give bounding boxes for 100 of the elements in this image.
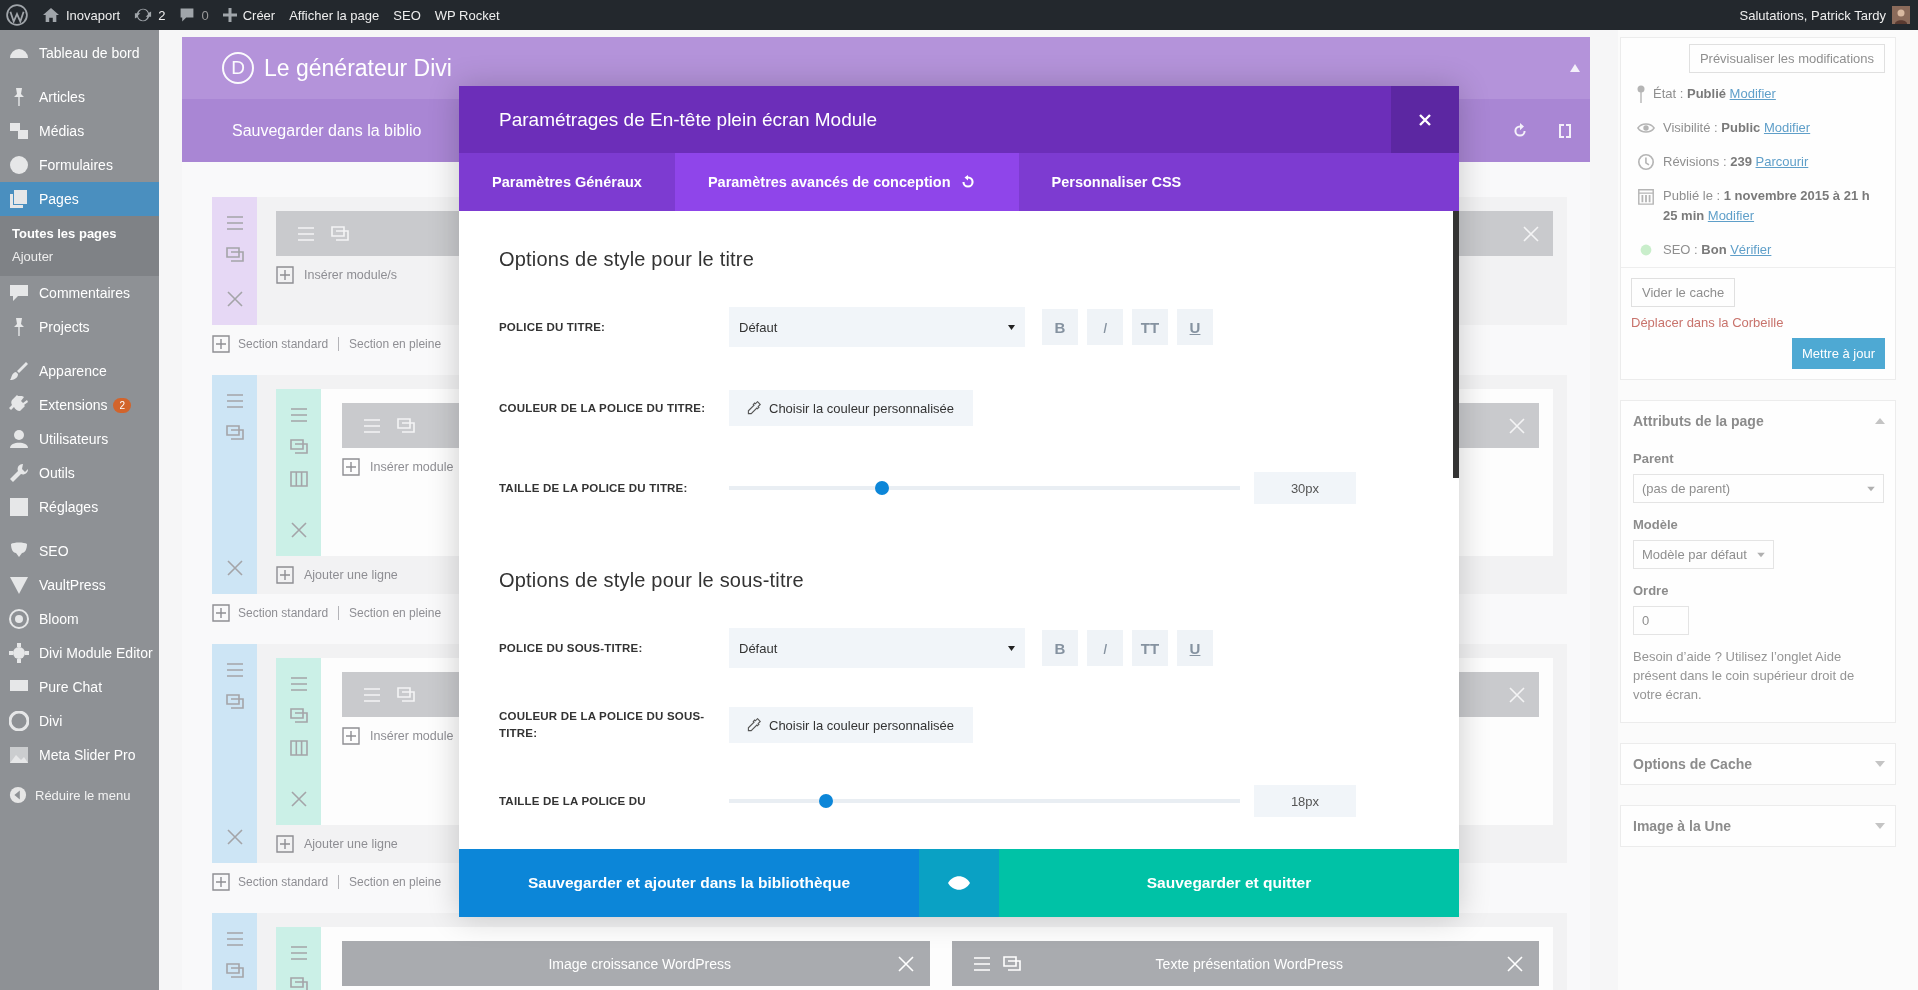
style-toggle[interactable]: U — [1177, 309, 1213, 345]
move-icon[interactable] — [224, 213, 245, 233]
duplicate-icon[interactable] — [224, 245, 245, 265]
duplicate-icon[interactable] — [288, 437, 309, 457]
style-toggle[interactable]: B — [1042, 309, 1078, 345]
insert-module-link[interactable]: Insérer module/s — [304, 268, 398, 282]
menu-item[interactable]: Pure Chat — [0, 670, 159, 704]
submenu-item[interactable]: Toutes les pages — [0, 222, 159, 245]
duplicate-icon[interactable] — [224, 692, 245, 712]
settings-tab[interactable]: Personnaliser CSS — [1018, 153, 1215, 211]
menu-item[interactable]: Divi — [0, 704, 159, 738]
menu-item[interactable]: Bloom — [0, 602, 159, 636]
comments-link[interactable]: 0 — [179, 7, 209, 23]
fullwidth-section-link[interactable]: Section en pleine — [349, 337, 442, 351]
settings-tab[interactable]: Paramètres avancés de conception — [674, 153, 1019, 211]
edit-link[interactable]: Modifier — [1707, 208, 1755, 223]
reset-icon[interactable] — [960, 175, 975, 189]
style-toggle[interactable]: I — [1087, 630, 1123, 666]
toolbar-link[interactable]: Afficher la page — [289, 7, 380, 23]
add-row-link[interactable]: Ajouter une ligne — [304, 837, 398, 851]
trash-link[interactable]: Déplacer dans la Corbeille — [1631, 315, 1784, 330]
edit-link[interactable]: Modifier — [1729, 86, 1776, 101]
preview-button[interactable] — [919, 849, 999, 917]
settings-tab[interactable]: Paramètres Généraux — [459, 153, 675, 211]
duplicate-icon[interactable] — [288, 975, 309, 990]
add-icon[interactable] — [212, 335, 230, 353]
close-icon[interactable] — [224, 827, 245, 847]
order-field[interactable]: 0 — [1633, 606, 1689, 635]
move-icon[interactable] — [224, 929, 245, 949]
menu-item[interactable]: Meta Slider Pro — [0, 738, 159, 772]
collapse-button[interactable]: Réduire le menu — [0, 782, 159, 804]
duplicate-icon[interactable] — [288, 706, 309, 726]
add-icon[interactable] — [342, 458, 360, 476]
menu-item[interactable]: Articles — [0, 80, 159, 114]
new-link[interactable]: Créer — [222, 7, 276, 23]
menu-item[interactable]: VaultPress — [0, 568, 159, 602]
color-picker-button[interactable]: Choisir la couleur personnalisée — [729, 707, 973, 743]
edit-link[interactable]: Parcourir — [1755, 154, 1809, 169]
duplicate-icon[interactable] — [396, 415, 416, 436]
menu-item[interactable]: SEO — [0, 534, 159, 568]
fullwidth-section-link[interactable]: Section en pleine — [349, 606, 442, 620]
slider-thumb[interactable] — [875, 481, 890, 495]
close-icon[interactable] — [288, 789, 309, 809]
close-icon[interactable] — [1505, 953, 1525, 974]
save-library-button[interactable]: Sauvegarder et ajouter dans la bibliothèque — [459, 849, 919, 917]
move-icon[interactable] — [288, 405, 309, 425]
color-picker-button[interactable]: Choisir la couleur personnalisée — [729, 390, 973, 426]
duplicate-icon[interactable] — [1001, 953, 1022, 974]
menu-item[interactable]: Outils — [0, 456, 159, 490]
menu-item[interactable]: Pages — [0, 182, 159, 216]
size-field[interactable]: 30px — [1254, 472, 1356, 504]
insert-module-link[interactable]: Insérer module — [370, 460, 454, 474]
menu-item[interactable]: Divi Module Editor — [0, 636, 159, 670]
menu-item[interactable]: Tableau de bord — [0, 36, 159, 70]
update-button[interactable]: Mettre à jour — [1792, 338, 1885, 369]
template-select[interactable]: Modèle par défaut — [1633, 540, 1774, 569]
close-icon[interactable] — [288, 520, 309, 540]
add-icon[interactable] — [212, 873, 230, 891]
add-icon[interactable] — [276, 835, 294, 853]
style-toggle[interactable]: I — [1087, 309, 1123, 345]
menu-item[interactable]: Apparence — [0, 354, 159, 388]
menu-item[interactable]: Utilisateurs — [0, 422, 159, 456]
save-library-button[interactable]: Sauvegarder dans la biblio — [232, 121, 422, 140]
standard-section-link[interactable]: Section standard — [238, 337, 329, 351]
move-icon[interactable] — [224, 391, 245, 411]
edit-link[interactable]: Modifier — [1763, 120, 1811, 135]
style-toggle[interactable]: TT — [1132, 309, 1168, 345]
menu-item[interactable]: Projects — [0, 310, 159, 344]
toolbar-link[interactable]: WP Rocket — [434, 7, 500, 23]
close-icon[interactable] — [1507, 684, 1527, 705]
move-icon[interactable] — [288, 674, 309, 694]
standard-section-link[interactable]: Section standard — [238, 606, 329, 620]
duplicate-icon[interactable] — [396, 684, 416, 705]
logo-icon[interactable] — [6, 4, 28, 26]
style-toggle[interactable]: U — [1177, 630, 1213, 666]
close-icon[interactable] — [1507, 415, 1527, 436]
toggle-icon[interactable] — [1875, 822, 1885, 830]
menu-item[interactable]: Formulaires — [0, 148, 159, 182]
close-icon[interactable] — [1521, 223, 1541, 244]
duplicate-icon[interactable] — [224, 961, 245, 981]
preview-button[interactable]: Prévisualiser les modifications — [1688, 44, 1885, 73]
insert-module-link[interactable]: Insérer module — [370, 729, 454, 743]
clear-cache-button[interactable]: Vider le cache — [1631, 278, 1736, 307]
font-select[interactable]: Défaut — [729, 628, 1025, 668]
toggle-icon[interactable] — [1875, 417, 1885, 425]
add-icon[interactable] — [276, 266, 294, 284]
duplicate-icon[interactable] — [224, 423, 245, 443]
columns-icon[interactable] — [288, 469, 309, 489]
move-icon[interactable] — [288, 943, 309, 963]
close-icon[interactable] — [224, 289, 245, 309]
columns-icon[interactable] — [288, 738, 309, 758]
collapse-icon[interactable] — [1570, 64, 1580, 72]
fullwidth-section-link[interactable]: Section en pleine — [349, 875, 442, 889]
style-toggle[interactable]: B — [1042, 630, 1078, 666]
close-button[interactable] — [1391, 86, 1459, 153]
size-field[interactable]: 18px — [1254, 785, 1356, 817]
add-icon[interactable] — [342, 727, 360, 745]
toolbar-link[interactable]: SEO — [393, 7, 421, 23]
toggle-icon[interactable] — [1875, 760, 1885, 768]
scrollbar[interactable] — [1453, 211, 1459, 478]
